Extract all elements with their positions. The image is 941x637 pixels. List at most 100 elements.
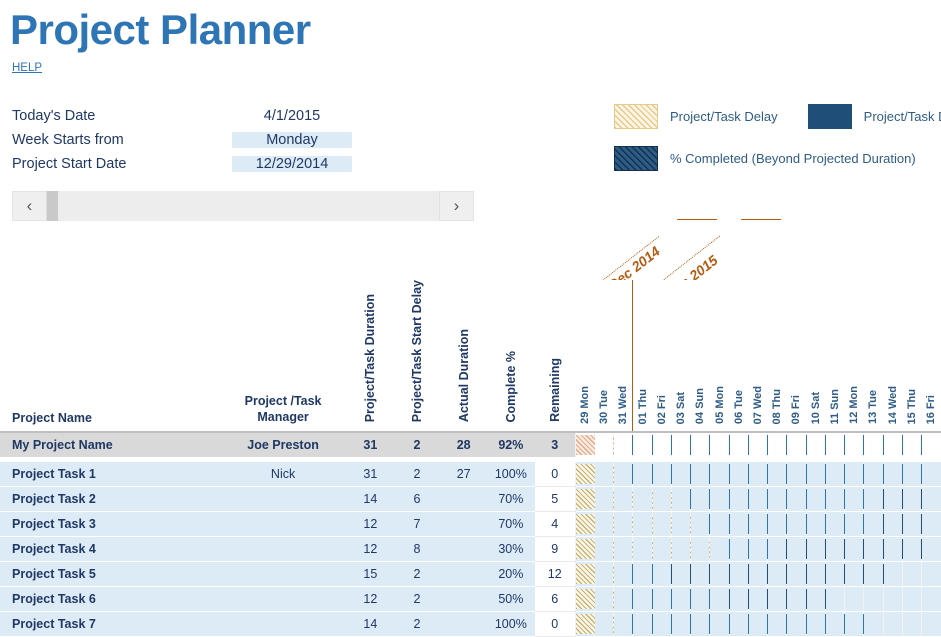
gantt-cell: [902, 512, 921, 537]
column-header-day: 30 Tue: [595, 280, 614, 432]
column-header-day: 12 Mon: [845, 280, 864, 432]
gantt-cell: [787, 462, 806, 487]
column-header-day: 31 Wed: [614, 280, 633, 432]
gantt-cell: [825, 487, 844, 512]
cell-manager: [219, 537, 347, 562]
cell-complete-pct: 70%: [487, 512, 535, 537]
day-label: 04 Sun: [694, 388, 706, 424]
column-header-remaining: Remaining: [535, 280, 576, 432]
gantt-cell: [652, 537, 671, 562]
day-label: 12 Mon: [848, 386, 860, 424]
scroll-thumb[interactable]: [47, 191, 58, 221]
gantt-cell: [922, 562, 941, 587]
table-row[interactable]: Project Task 312770%4: [0, 512, 941, 537]
cell-project-name: Project Task 3: [0, 512, 219, 537]
cell-manager: [219, 587, 347, 612]
gantt-cell: [575, 562, 594, 587]
gantt-cell: [575, 487, 594, 512]
scroll-left-icon[interactable]: ‹: [13, 196, 46, 216]
cell-actual-duration: [440, 587, 487, 612]
cell-start-delay: 2: [394, 562, 441, 587]
gantt-cell: [806, 487, 825, 512]
gantt-cell: [633, 562, 652, 587]
cell-complete-pct: 100%: [487, 612, 535, 637]
gantt-cell: [864, 487, 883, 512]
legend-label: Project/Task Delay: [670, 109, 778, 124]
gantt-cell: [575, 612, 594, 637]
table-row[interactable]: Project Task 515220%12: [0, 562, 941, 587]
cell-complete-pct: 92%: [487, 432, 535, 457]
gantt-cell: [768, 587, 787, 612]
scroll-track[interactable]: [46, 191, 440, 221]
cell-remaining: 12: [535, 562, 576, 587]
gantt-cell: [691, 462, 710, 487]
setting-value[interactable]: 12/29/2014: [232, 156, 352, 172]
day-label: 13 Tue: [867, 390, 879, 424]
column-header-start-delay-label: Project/Task Start Delay: [410, 280, 424, 422]
gantt-cell: [691, 512, 710, 537]
gantt-cell: [768, 512, 787, 537]
gantt-cell: [768, 612, 787, 637]
gantt-cell: [922, 587, 941, 612]
cell-start-delay: 2: [394, 612, 441, 637]
help-link[interactable]: HELP: [12, 62, 42, 74]
table-row[interactable]: Project Task 612250%6: [0, 587, 941, 612]
gantt-cell: [864, 562, 883, 587]
cell-manager: [219, 487, 347, 512]
gantt-cell: [595, 487, 614, 512]
gantt-cell: [787, 587, 806, 612]
column-header-day: 01 Thu: [633, 280, 652, 432]
gantt-cell: [614, 537, 633, 562]
gantt-cell: [595, 562, 614, 587]
cell-duration: 14: [347, 612, 394, 637]
column-header-complete-pct-label: Complete %: [504, 351, 518, 423]
column-header-manager-line2: Manager: [219, 409, 347, 425]
gantt-cell: [575, 537, 594, 562]
cell-actual-duration: [440, 537, 487, 562]
cell-start-delay: 6: [394, 487, 441, 512]
gantt-cell: [864, 587, 883, 612]
table-row[interactable]: Project Task 7142100%0: [0, 612, 941, 637]
gantt-cell: [825, 432, 844, 457]
gantt-cell: [710, 462, 729, 487]
gantt-cell: [575, 587, 594, 612]
gantt-cell: [902, 462, 921, 487]
project-row[interactable]: My Project NameJoe Preston3122892%3: [0, 432, 941, 457]
gantt-cell: [671, 587, 690, 612]
scroll-right-icon[interactable]: ›: [440, 196, 473, 216]
cell-duration: 31: [347, 462, 394, 487]
table-row[interactable]: Project Task 214670%5: [0, 487, 941, 512]
gantt-cell: [825, 512, 844, 537]
gantt-cell: [845, 537, 864, 562]
table-row[interactable]: Project Task 412830%9: [0, 537, 941, 562]
gantt-cell: [729, 612, 748, 637]
month-flat-line: [677, 219, 717, 220]
cell-duration: 12: [347, 512, 394, 537]
gantt-cell: [806, 562, 825, 587]
timeline-scrollbar[interactable]: ‹ ›: [12, 191, 474, 221]
day-label: 16 Fri: [925, 395, 937, 424]
gantt-cell: [595, 587, 614, 612]
table-row[interactable]: Project Task 1Nick31227100%0: [0, 462, 941, 487]
cell-project-name: My Project Name: [0, 432, 219, 457]
cell-start-delay: 2: [394, 462, 441, 487]
gantt-cell: [845, 462, 864, 487]
setting-value[interactable]: Monday: [232, 132, 352, 148]
cell-actual-duration: [440, 612, 487, 637]
gantt-cell: [691, 587, 710, 612]
cell-manager: Nick: [219, 462, 347, 487]
column-header-actual-duration: Actual Duration: [440, 280, 487, 432]
gantt-cell: [864, 432, 883, 457]
gantt-cell: [825, 562, 844, 587]
gantt-cell: [595, 462, 614, 487]
day-label: 01 Thu: [637, 389, 649, 424]
gantt-cell: [671, 537, 690, 562]
column-header-day: 09 Fri: [787, 280, 806, 432]
cell-actual-duration: [440, 562, 487, 587]
day-label: 09 Fri: [790, 395, 802, 424]
cell-start-delay: 8: [394, 537, 441, 562]
legend-line: % Completed (Beyond Projected Duration): [614, 142, 941, 174]
legend-spacer: [614, 132, 941, 142]
gantt-cell: [710, 512, 729, 537]
gantt-cell: [671, 562, 690, 587]
